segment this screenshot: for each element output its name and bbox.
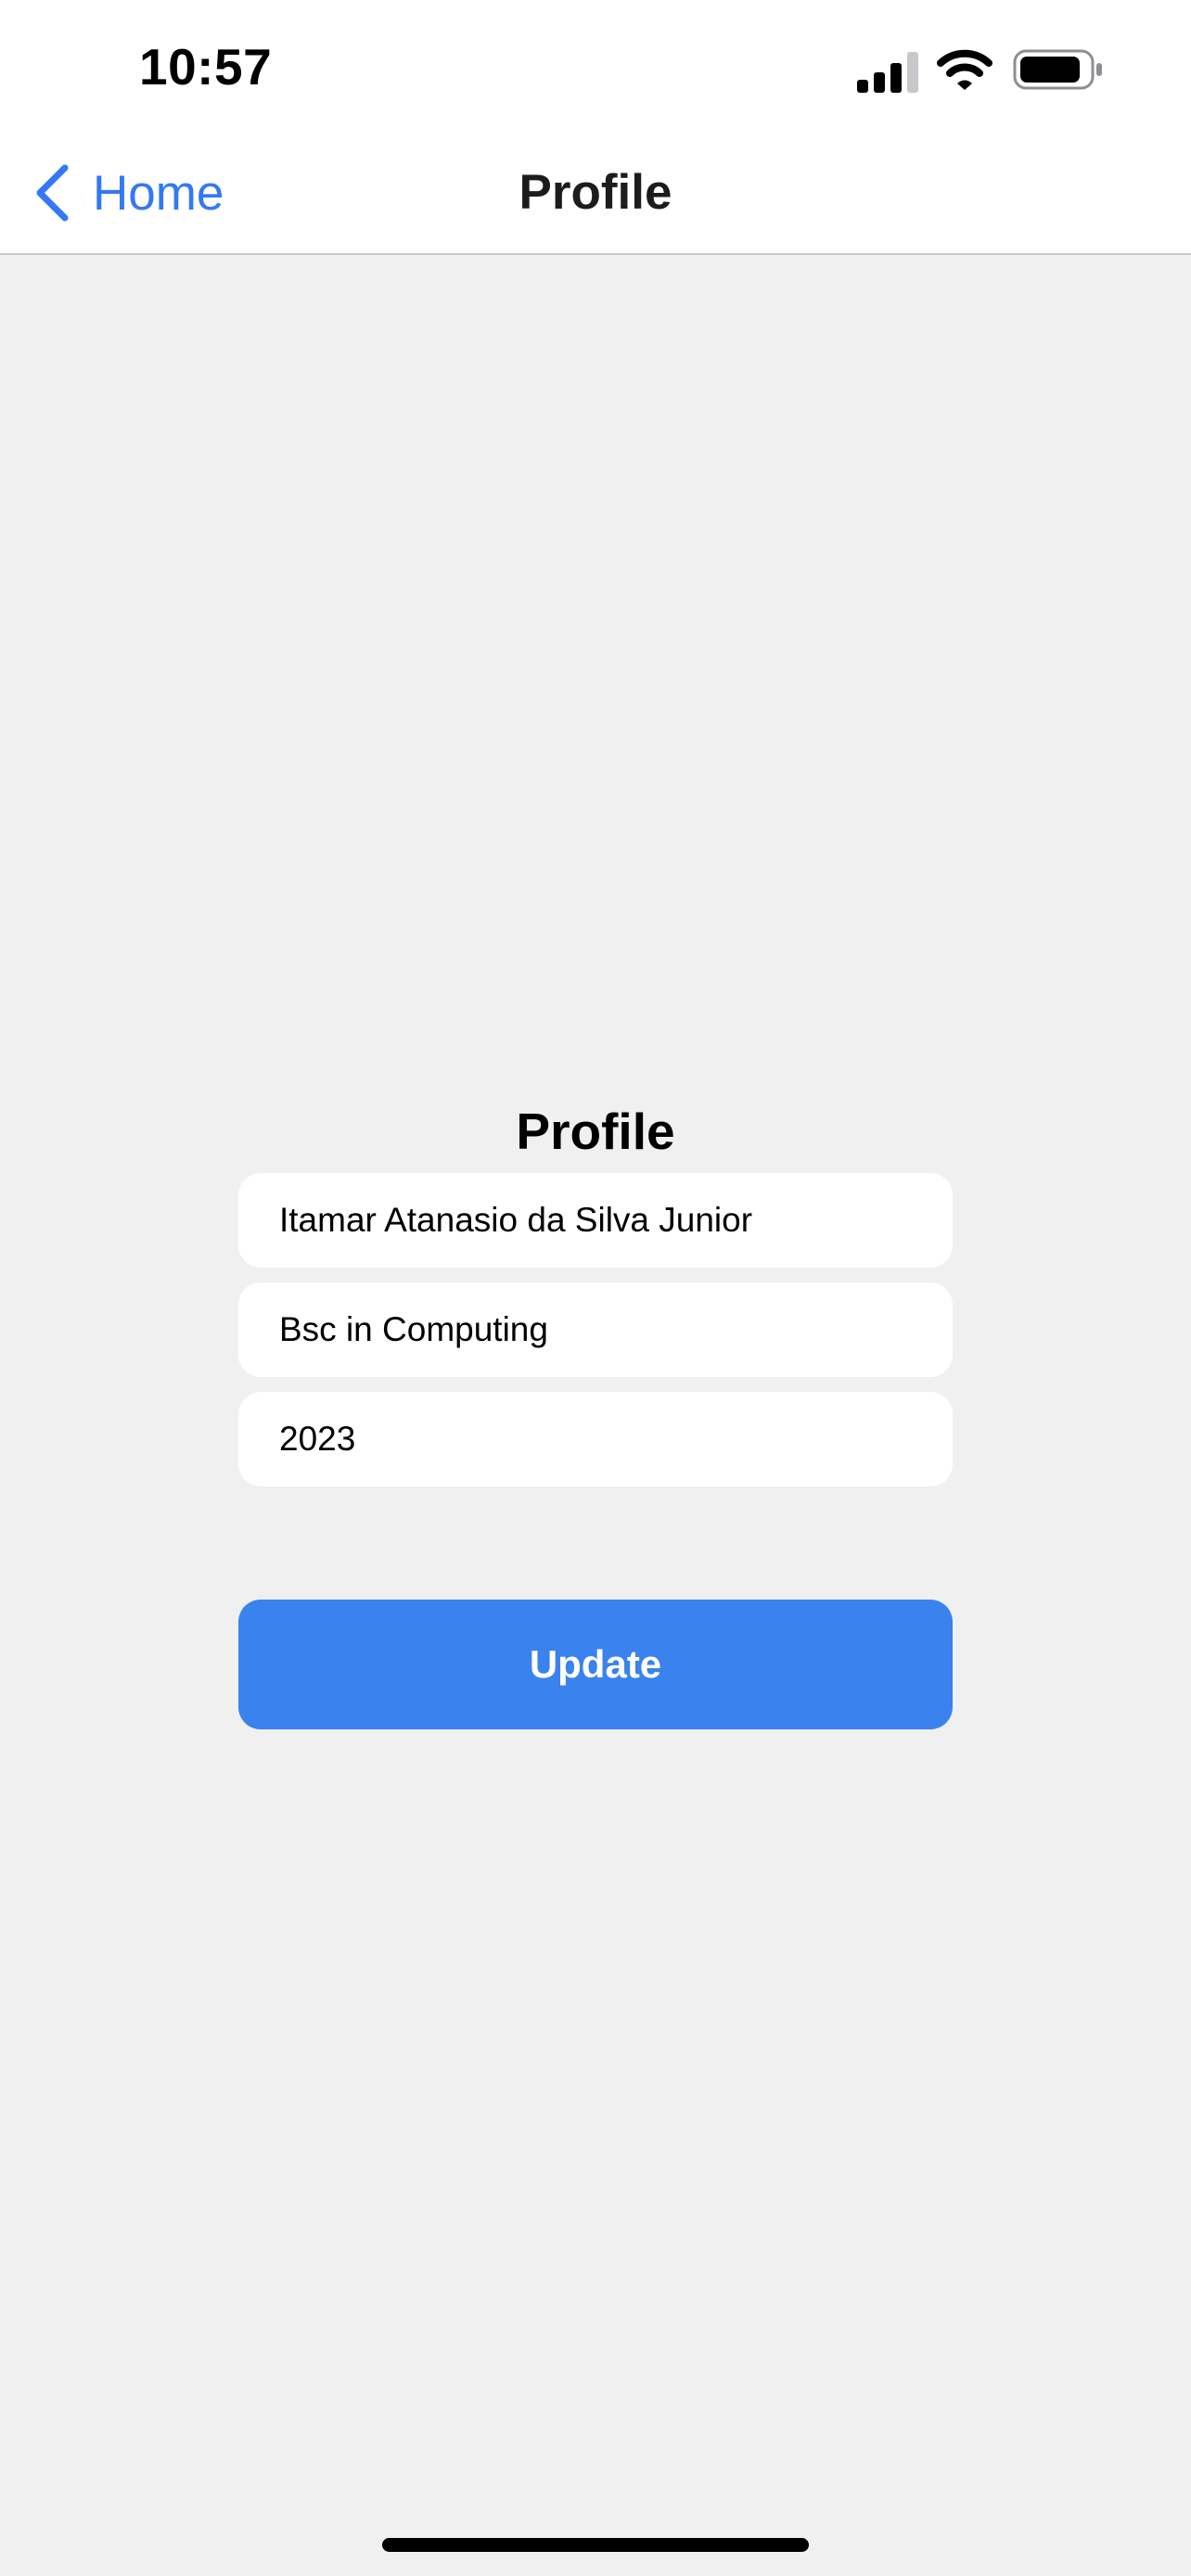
back-label: Home bbox=[93, 165, 224, 221]
course-field[interactable] bbox=[238, 1282, 953, 1377]
chevron-left-icon bbox=[36, 164, 69, 222]
status-time: 10:57 bbox=[139, 38, 273, 96]
cellular-signal-icon bbox=[857, 52, 918, 93]
update-button[interactable]: Update bbox=[238, 1600, 953, 1729]
wifi-icon bbox=[937, 49, 992, 90]
home-indicator[interactable] bbox=[382, 2538, 809, 2552]
year-field[interactable] bbox=[238, 1392, 953, 1486]
battery-icon bbox=[1013, 49, 1102, 90]
status-bar: 10:57 bbox=[0, 0, 1191, 130]
name-field[interactable] bbox=[238, 1173, 953, 1268]
navigation-bar: Profile Home bbox=[0, 130, 1191, 255]
back-button[interactable]: Home bbox=[33, 163, 224, 223]
profile-heading: Profile bbox=[516, 1103, 675, 1160]
